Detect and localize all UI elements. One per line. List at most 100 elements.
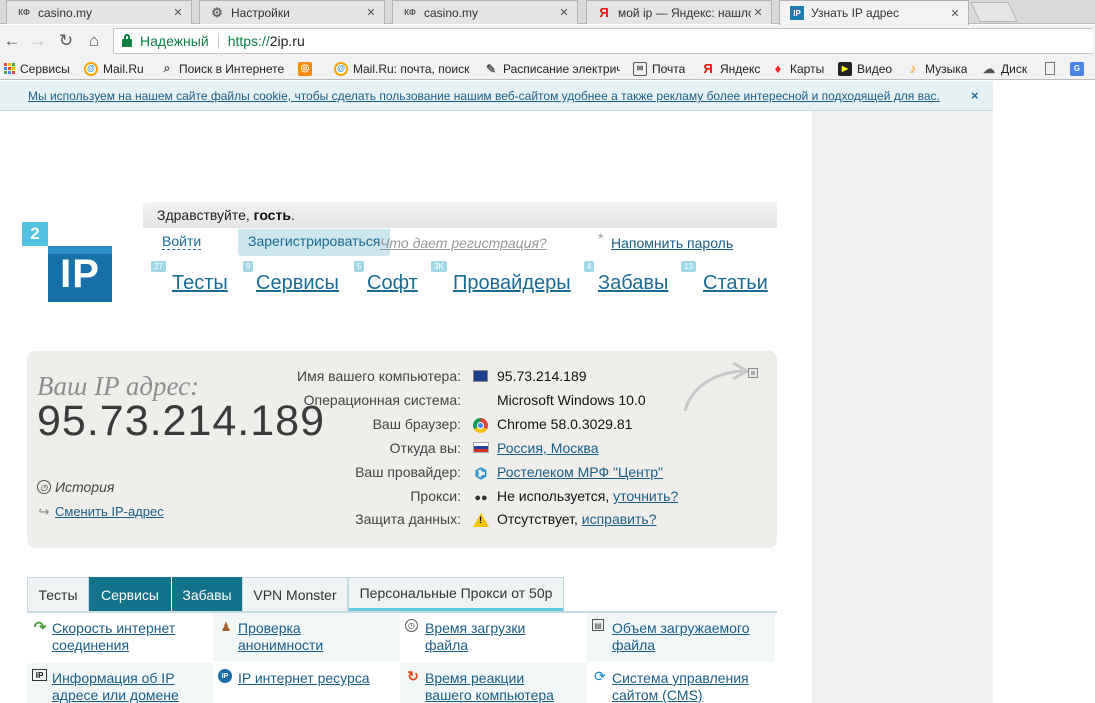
menu-fun[interactable]: Забавы bbox=[598, 272, 668, 295]
tab-services[interactable]: Сервисы bbox=[89, 577, 171, 612]
music-icon: ♪ bbox=[909, 61, 917, 76]
tab-close-icon[interactable]: ✕ bbox=[364, 6, 378, 19]
bookmark-music[interactable]: ♪ Музыка bbox=[906, 60, 968, 77]
bookmark-label: Поиск в Интернете bbox=[179, 61, 285, 76]
bookmark-label: Музыка bbox=[925, 61, 968, 76]
protection-fix-link[interactable]: исправить? bbox=[582, 511, 657, 527]
tab-vpn-monster[interactable]: VPN Monster bbox=[242, 577, 348, 612]
page-margin bbox=[993, 81, 1095, 703]
url-scheme: https:// bbox=[227, 33, 270, 49]
browser-tab-active[interactable]: IP Узнать IP адрес ✕ bbox=[779, 0, 969, 25]
browser-tab[interactable]: КФ casino.my ✕ bbox=[6, 0, 192, 24]
document-icon bbox=[1045, 62, 1055, 75]
bookmark-odnoklassniki[interactable]: ◎ bbox=[298, 60, 317, 77]
menu-providers[interactable]: Провайдеры bbox=[453, 272, 571, 295]
browser-toolbar: ← → ↻ ⌂ Надежный https:// 2ip.ru bbox=[0, 25, 1095, 57]
bookmark-translate[interactable]: G bbox=[1070, 60, 1089, 77]
bookmark-search[interactable]: ⌕ Поиск в Интернете bbox=[160, 60, 285, 77]
service-file-size[interactable]: ▤ Объем загружаемого файла bbox=[587, 613, 775, 661]
home-icon[interactable]: ⌂ bbox=[84, 31, 104, 51]
bookmark-document[interactable] bbox=[1045, 60, 1060, 77]
mail-envelope-icon: ✉ bbox=[633, 61, 647, 76]
info-key: Прокси: bbox=[410, 488, 461, 504]
tab-title: Узнать IP адрес bbox=[811, 6, 900, 20]
asterisk: * bbox=[598, 230, 604, 246]
location-link[interactable]: Россия, Москва bbox=[497, 440, 599, 456]
reload-icon[interactable]: ↻ bbox=[56, 31, 76, 51]
greeting-bar: Здравствуйте, гость. bbox=[143, 202, 777, 228]
tab-close-icon[interactable]: ✕ bbox=[557, 6, 571, 19]
info-value: Chrome 58.0.3029.81 bbox=[497, 416, 633, 432]
tab-close-icon[interactable]: ✕ bbox=[171, 6, 185, 19]
bookmarks-bar: Сервисы @ Mail.Ru ⌕ Поиск в Интернете ◎ … bbox=[0, 57, 1095, 80]
remind-password-link[interactable]: Напомнить пароль bbox=[611, 235, 733, 251]
login-link[interactable]: Войти bbox=[162, 234, 202, 250]
menu-services[interactable]: Сервисы bbox=[256, 272, 339, 295]
google-translate-icon: G bbox=[1070, 61, 1084, 76]
bookmark-yandex[interactable]: Я Яндекс bbox=[701, 60, 760, 77]
info-row-browser: Ваш браузер: Chrome 58.0.3029.81 bbox=[27, 416, 777, 436]
close-icon[interactable]: × bbox=[971, 88, 979, 103]
menu-badge: 9 bbox=[243, 261, 254, 272]
logo-badge: 2 bbox=[22, 222, 48, 246]
disk-icon: ☁ bbox=[983, 61, 995, 76]
tab-tests[interactable]: Тесты bbox=[27, 577, 89, 612]
bookmark-mailru-mail[interactable]: @ Mail.Ru: почта, поиск bbox=[334, 60, 470, 77]
tab-fun[interactable]: Забавы bbox=[172, 577, 242, 612]
service-ip-resource[interactable]: IP IP интернет ресурса bbox=[213, 663, 400, 703]
menu-badge: 27 bbox=[151, 261, 166, 272]
odnoklassniki-icon: ◎ bbox=[298, 61, 312, 76]
bookmark-apps[interactable]: Сервисы bbox=[4, 60, 70, 77]
service-label: Информация об IP адресе или домене bbox=[52, 670, 179, 703]
video-icon: ▶ bbox=[838, 61, 852, 76]
why-register-link[interactable]: Что дает регистрация? bbox=[380, 235, 547, 251]
tab-close-icon[interactable]: ✕ bbox=[948, 7, 962, 20]
info-row-provider: Ваш провайдер: ⌬ Ростелеком МРФ "Центр" bbox=[27, 464, 777, 484]
greeting: Здравствуйте, гость. bbox=[157, 207, 295, 223]
service-ip-info[interactable]: IP Информация об IP адресе или домене bbox=[27, 663, 213, 703]
service-download-time[interactable]: ◷ Время загрузки файла bbox=[400, 613, 587, 661]
bookmark-mailru[interactable]: @ Mail.Ru bbox=[84, 60, 144, 77]
cookie-notice: Мы используем на нашем сайте файлы cooki… bbox=[0, 81, 993, 111]
browser-window: КФ casino.my ✕ ⚙ Настройки ✕ КФ casino.m… bbox=[0, 0, 1095, 703]
info-row-computer: Имя вашего компьютера: 95.73.214.189 bbox=[27, 368, 777, 388]
cookie-notice-text[interactable]: Мы используем на нашем сайте файлы cooki… bbox=[28, 89, 940, 103]
yandex-icon: Я bbox=[703, 61, 713, 76]
browser-tab[interactable]: Я мой ip — Яндекс: нашлось ✕ bbox=[586, 0, 772, 24]
bookmark-video[interactable]: ▶ Видео bbox=[838, 60, 892, 77]
windows-icon bbox=[473, 394, 486, 407]
menu-tests[interactable]: Тесты bbox=[172, 272, 228, 295]
bookmark-schedule[interactable]: ✎ Расписание электрич bbox=[484, 60, 620, 77]
provider-link[interactable]: Ростелеком МРФ "Центр" bbox=[497, 464, 663, 480]
service-cms[interactable]: ⟳ Система управления сайтом (CMS) bbox=[587, 663, 775, 703]
bookmark-mail[interactable]: ✉ Почта bbox=[633, 60, 685, 77]
tab-personal-proxy[interactable]: Персональные Прокси от 50р bbox=[348, 577, 564, 612]
info-value: Отсутствует, исправить? bbox=[497, 511, 656, 527]
cms-icon: ⟳ bbox=[594, 668, 606, 684]
bookmark-maps[interactable]: ♦ Карты bbox=[771, 60, 825, 77]
info-key: Операционная система: bbox=[303, 392, 461, 408]
back-arrow-icon[interactable]: ← bbox=[2, 31, 22, 51]
register-button[interactable]: Зарегистрироваться bbox=[238, 229, 391, 256]
menu-articles[interactable]: Статьи bbox=[703, 272, 768, 295]
proxy-clarify-link[interactable]: уточнить? bbox=[613, 488, 678, 504]
bookmark-disk[interactable]: ☁ Диск bbox=[982, 60, 1027, 77]
browser-tab[interactable]: ⚙ Настройки ✕ bbox=[199, 0, 385, 24]
address-bar[interactable]: Надежный https:// 2ip.ru bbox=[113, 28, 1093, 54]
tab-close-icon[interactable]: ✕ bbox=[751, 6, 765, 19]
service-speed[interactable]: ↷ Скорость интернет соединения bbox=[27, 613, 213, 661]
info-value: Microsoft Windows 10.0 bbox=[497, 392, 646, 408]
casino-favicon-icon: КФ bbox=[18, 8, 30, 17]
tab-title: casino.my bbox=[38, 5, 93, 20]
browser-tab[interactable]: КФ casino.my ✕ bbox=[392, 0, 578, 24]
search-icon: ⌕ bbox=[163, 61, 171, 75]
service-anonymity[interactable]: ♟ Проверка анонимности bbox=[213, 613, 400, 661]
menu-badge: 4 bbox=[584, 261, 595, 272]
new-tab-button[interactable] bbox=[970, 2, 1018, 22]
forward-arrow-icon[interactable]: → bbox=[28, 31, 48, 51]
proxy-status: Не используется, bbox=[497, 488, 614, 504]
service-reaction-time[interactable]: ↻ Время реакции вашего компьютера bbox=[400, 663, 587, 703]
menu-badge: 3K bbox=[431, 261, 447, 272]
maps-pin-icon: ♦ bbox=[774, 61, 782, 76]
menu-software[interactable]: Софт bbox=[367, 272, 418, 295]
